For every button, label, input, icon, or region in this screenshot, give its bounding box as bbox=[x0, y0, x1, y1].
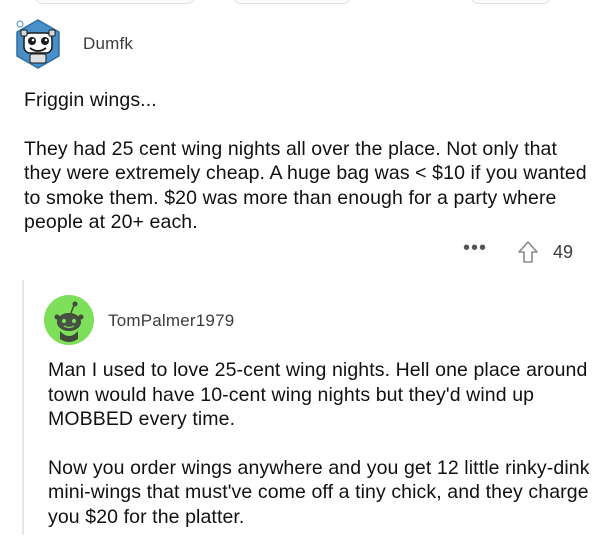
parent-comment-body: Friggin wings... They had 25 cent wing n… bbox=[24, 88, 589, 259]
top-card-remnant-mid bbox=[232, 0, 352, 4]
parent-comment-paragraph: They had 25 cent wing nights all over th… bbox=[24, 137, 587, 234]
upvote-icon[interactable] bbox=[517, 240, 539, 264]
thread-line[interactable] bbox=[22, 280, 24, 535]
vote-control: 49 bbox=[517, 240, 573, 264]
reply-comment-paragraph: Now you order wings anywhere and you get… bbox=[48, 456, 590, 528]
reply-username[interactable]: TomPalmer1979 bbox=[108, 311, 234, 331]
more-options-button[interactable]: ••• bbox=[463, 238, 487, 258]
parent-comment-paragraph: Friggin wings... bbox=[24, 89, 157, 111]
parent-username[interactable]: Dumfk bbox=[83, 34, 133, 54]
reply-comment-body: Man I used to love 25-cent wing nights. … bbox=[48, 358, 593, 553]
reply-comment-paragraph: Man I used to love 25-cent wing nights. … bbox=[48, 359, 588, 430]
parent-comment-actions: ••• 49 bbox=[463, 237, 573, 267]
snoo-avatar-icon[interactable] bbox=[44, 295, 94, 345]
vote-count: 49 bbox=[552, 241, 573, 262]
top-card-remnant-left bbox=[34, 0, 196, 4]
robot-avatar-icon[interactable] bbox=[12, 18, 62, 69]
top-card-remnant-right bbox=[470, 0, 552, 4]
